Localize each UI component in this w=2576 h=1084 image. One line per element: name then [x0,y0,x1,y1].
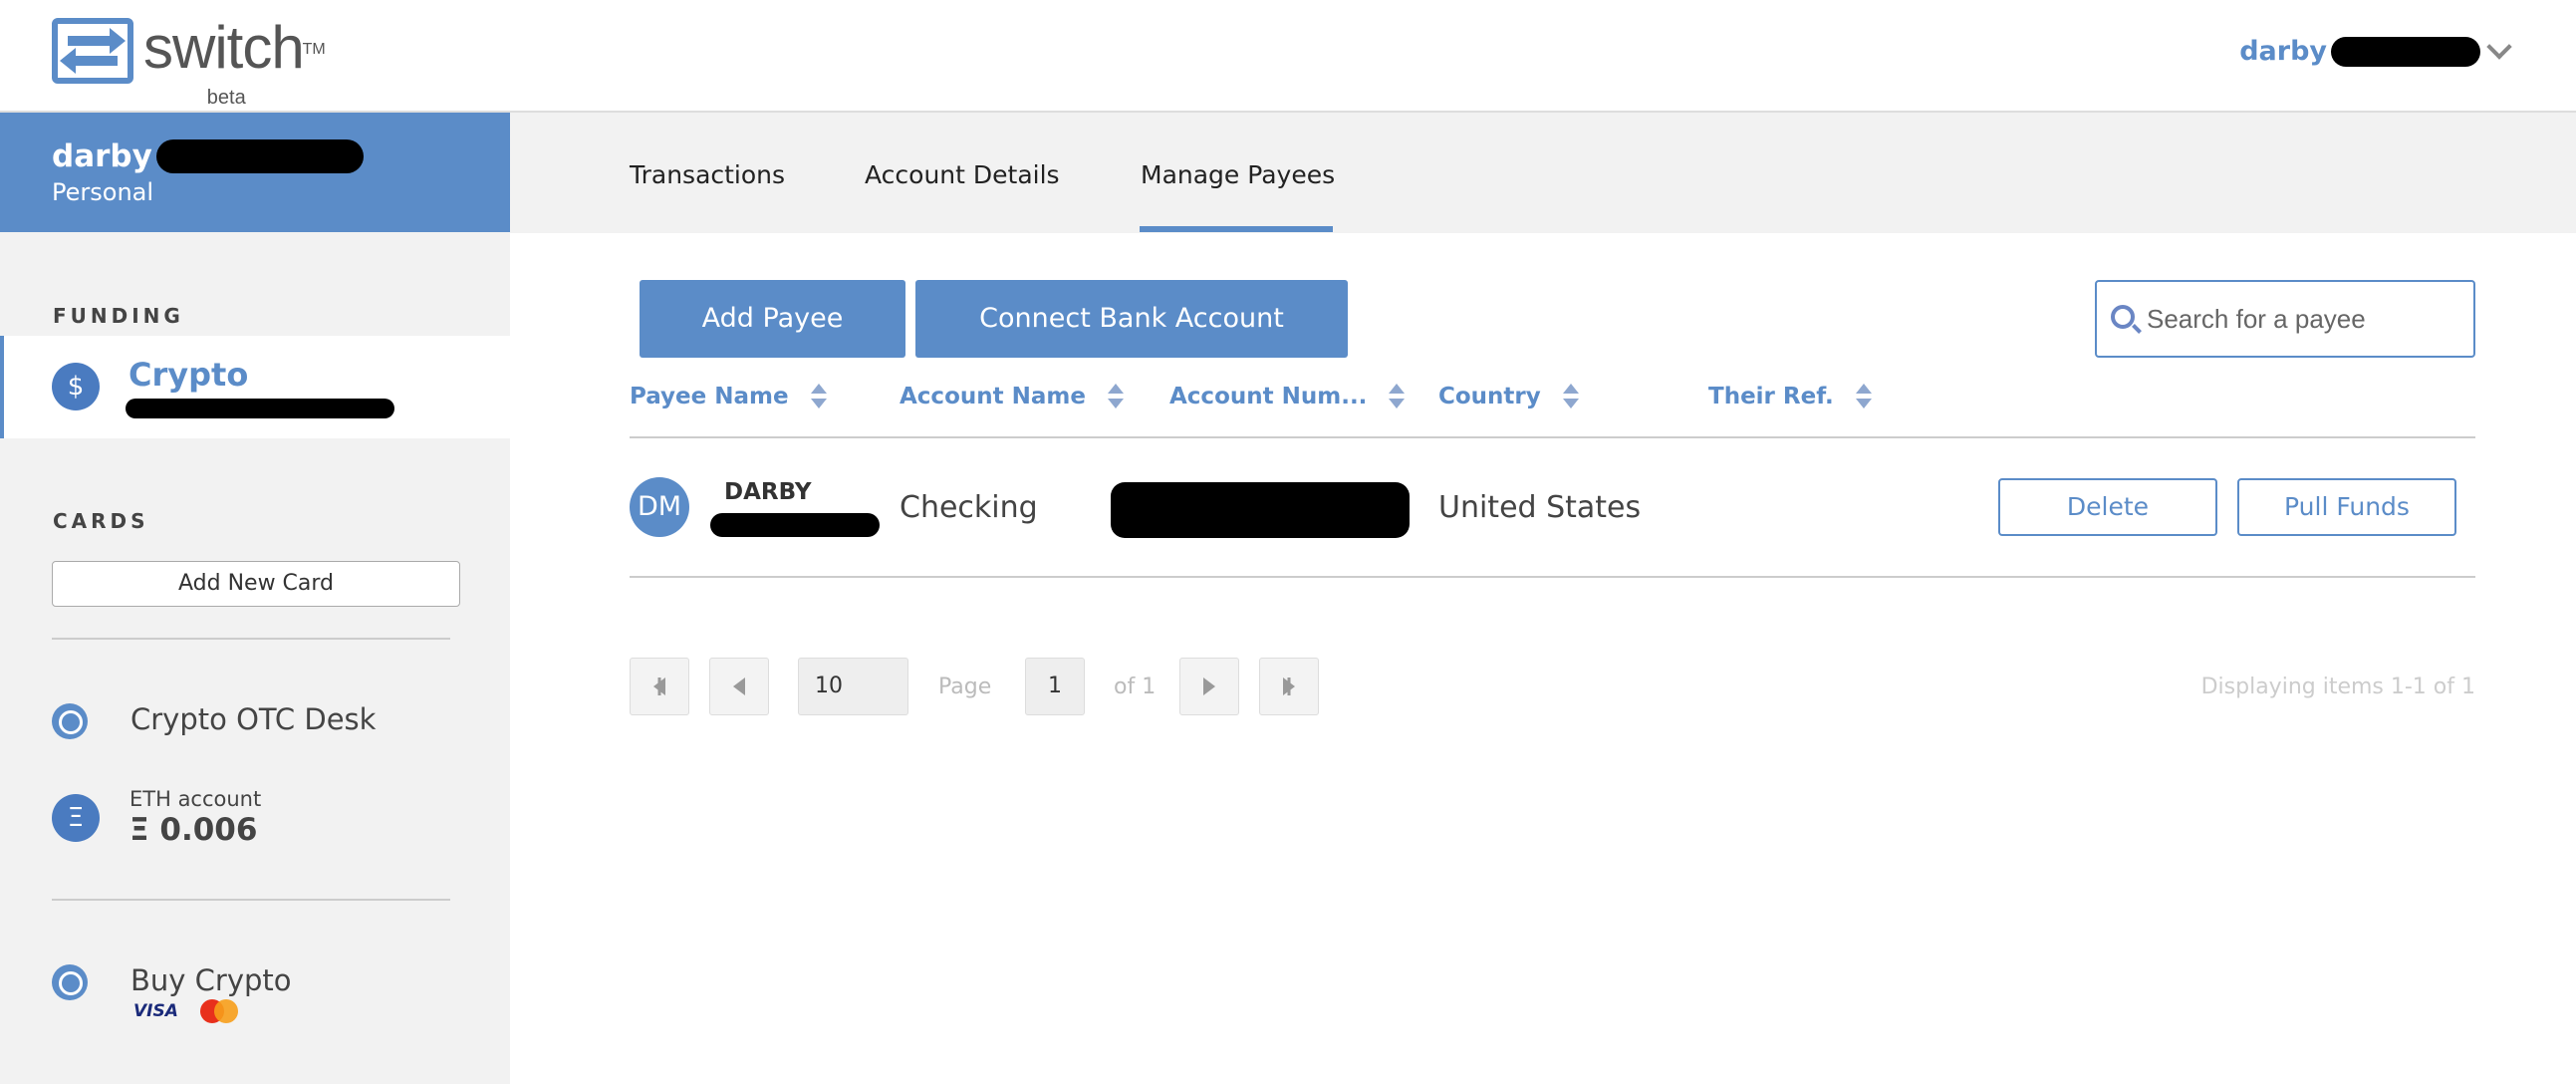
sidebar-item-crypto-otc-desk[interactable]: Crypto OTC Desk [130,702,376,736]
mastercard-logo [199,999,240,1023]
logo-trademark: TM [302,41,326,58]
redacted-payee-surname [710,513,880,537]
account-type: Personal [52,178,154,206]
add-payee-button[interactable]: Add Payee [640,280,905,358]
chevron-left-icon [733,678,745,695]
user-menu-name: darby [2239,36,2327,67]
tab-account-details[interactable]: Account Details [865,160,1060,189]
avatar: DM [630,477,689,537]
column-header-country[interactable]: Country [1438,384,1579,409]
cards-section-label: CARDS [53,509,149,533]
sort-icon[interactable] [810,384,827,409]
column-header-account-name[interactable]: Account Name [900,384,1124,409]
account-name: darby [52,138,510,174]
switch-logo[interactable]: switch TM beta [52,18,326,110]
search-icon [2111,305,2135,329]
ethereum-icon: Ξ [52,794,100,842]
redacted-surname [2331,36,2480,67]
crypto-coin-icon [52,703,88,739]
first-page-button[interactable] [630,658,689,715]
visa-logo: VISA [133,1001,178,1021]
sidebar-divider [52,638,450,640]
column-header-their-ref[interactable]: Their Ref. [1708,384,1872,409]
page-number-input[interactable]: 1 [1025,658,1085,715]
card-network-logos: VISA [133,999,240,1023]
redacted-account-number [1111,482,1410,538]
eth-account-label[interactable]: ETH account [129,787,261,811]
column-header-account-number[interactable]: Account Num... [1169,384,1406,409]
page-size-select[interactable]: 10 [798,658,908,715]
funding-section-label: FUNDING [53,304,184,328]
table-row-divider [630,576,2475,578]
logo-text: switch TM beta [143,18,326,110]
tab-transactions[interactable]: Transactions [630,160,785,189]
sidebar: darby Personal FUNDING $ Crypto CARDS Ad… [0,113,510,1084]
add-new-card-button[interactable]: Add New Card [52,561,460,607]
country-cell: United States [1438,490,1642,525]
account-name-cell: Checking [900,490,1038,525]
crypto-coin-icon [52,964,88,1000]
payee-name: DARBY [724,479,812,505]
chevron-right-icon [1203,678,1215,695]
table-header-divider [630,436,2475,438]
sidebar-divider [52,899,450,901]
delete-button[interactable]: Delete [1998,478,2217,536]
redacted-crypto-detail [126,399,394,418]
tab-manage-payees[interactable]: Manage Payees [1141,160,1335,189]
sort-icon[interactable] [1562,384,1579,409]
account-header: darby Personal [0,113,510,232]
crypto-title: Crypto [129,356,249,394]
next-page-button[interactable] [1179,658,1239,715]
previous-page-button[interactable] [709,658,769,715]
sort-icon[interactable] [1389,384,1406,409]
sort-icon[interactable] [1855,384,1872,409]
search-input[interactable] [2147,296,2465,342]
payee-search [2095,280,2475,358]
last-page-button[interactable] [1259,658,1319,715]
eth-balance: Ξ 0.006 [129,812,258,848]
column-header-payee-name[interactable]: Payee Name [630,384,827,409]
redacted-account-surname [155,139,364,173]
page-count: of 1 [1114,675,1157,699]
user-menu[interactable]: darby [2239,33,2512,67]
top-header: switch TM beta darby [0,0,2576,113]
sidebar-item-buy-crypto[interactable]: Buy Crypto [130,963,292,997]
page-label: Page [938,675,992,699]
active-tab-indicator [1140,226,1333,232]
pull-funds-button[interactable]: Pull Funds [2237,478,2456,536]
dollar-icon: $ [52,363,100,410]
connect-bank-account-button[interactable]: Connect Bank Account [915,280,1348,358]
chevron-down-icon [2486,33,2512,60]
switch-arrows-icon [52,18,133,84]
pager-info: Displaying items 1-1 of 1 [2200,675,2475,699]
tab-bar: Transactions Account Details Manage Paye… [510,113,2576,233]
sort-icon[interactable] [1107,384,1124,409]
sidebar-item-crypto[interactable]: $ Crypto [0,336,510,438]
